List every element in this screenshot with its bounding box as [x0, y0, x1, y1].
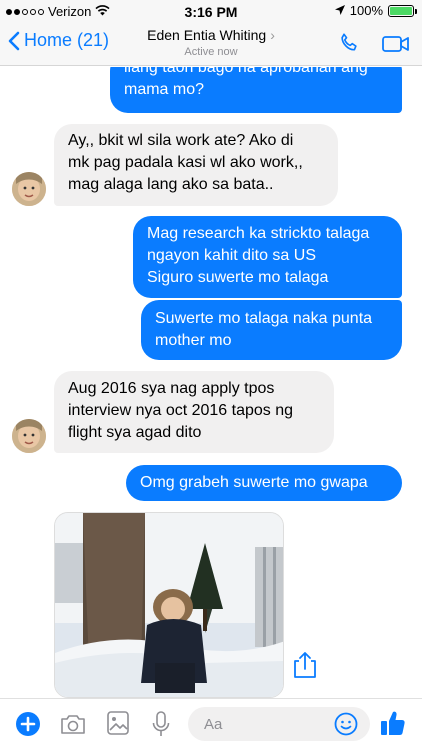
chevron-right-icon: ›	[270, 27, 275, 43]
video-camera-icon	[382, 36, 410, 58]
message-line: Ay,, bkit wl sila work ate? Ako di	[68, 132, 294, 149]
camera-icon[interactable]	[60, 713, 86, 740]
outgoing-message[interactable]: ilang taon bago na aprobahan ang mama mo…	[110, 67, 402, 113]
battery-percent: 100%	[349, 3, 383, 18]
composer-bar: Aa	[0, 698, 422, 750]
message-line: mag alaga lang ako sa bata..	[68, 176, 274, 193]
message-input-placeholder: Aa	[204, 716, 223, 733]
message-line: Siguro suwerte mo talaga	[147, 269, 329, 286]
message-line: mama mo?	[124, 81, 205, 98]
call-button[interactable]	[338, 32, 360, 59]
message-line: ilang taon bago na aprobahan ang	[124, 67, 368, 76]
message-line: mk pag padala kasi wl ako work,,	[68, 154, 303, 171]
status-right: 100%	[334, 3, 417, 18]
thumbs-up-icon[interactable]	[380, 709, 406, 742]
message-line: Mag research ka strickto talaga	[147, 225, 370, 242]
conversation-header: Home (21) Eden Entia Whiting › Active now	[0, 22, 422, 66]
message-line: ngayon kahit dito sa US	[147, 247, 316, 264]
contact-name: Eden Entia Whiting	[147, 27, 267, 43]
outgoing-message[interactable]: Omg grabeh suwerte mo gwapa	[126, 465, 402, 501]
share-icon[interactable]	[293, 651, 317, 684]
outgoing-message[interactable]: Mag research ka strickto talaga ngayon k…	[133, 216, 402, 298]
emoji-icon[interactable]	[334, 712, 358, 741]
location-icon	[334, 3, 345, 18]
message-line: Omg grabeh suwerte mo gwapa	[140, 474, 368, 491]
message-line: Aug 2016 sya nag apply tpos	[68, 380, 275, 397]
avatar[interactable]	[12, 172, 46, 206]
incoming-message[interactable]: Aug 2016 sya nag apply tpos interview ny…	[54, 371, 334, 453]
plus-icon[interactable]	[15, 711, 41, 742]
microphone-icon[interactable]	[152, 711, 170, 742]
battery-icon	[388, 4, 417, 17]
image-icon[interactable]	[107, 711, 129, 740]
message-line: Suwerte mo talaga naka punta	[155, 310, 373, 327]
photo-message[interactable]	[54, 512, 284, 698]
outgoing-message[interactable]: Suwerte mo talaga naka punta mother mo	[141, 300, 402, 360]
video-call-button[interactable]	[382, 34, 410, 59]
avatar[interactable]	[12, 419, 46, 453]
message-thread[interactable]: ilang taon bago na aprobahan ang mama mo…	[0, 67, 422, 698]
message-line: interview nya oct 2016 tapos ng	[68, 402, 294, 419]
incoming-message[interactable]: Ay,, bkit wl sila work ate? Ako di mk pa…	[54, 124, 338, 206]
status-bar: Verizon 3:16 PM 100%	[0, 0, 422, 22]
message-line: flight sya agad dito	[68, 424, 202, 441]
phone-icon	[338, 33, 360, 58]
message-line: mother mo	[155, 332, 232, 349]
